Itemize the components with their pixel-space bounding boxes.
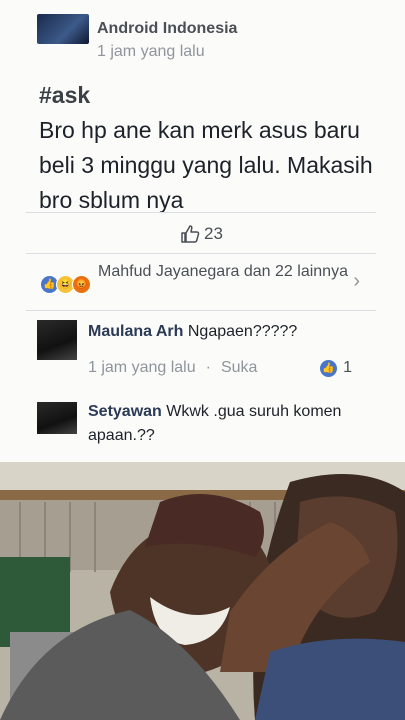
comment-like-count[interactable]: 👍 1 [320, 359, 352, 377]
comment-body: Setyawan Wkwk .gua suruh komen apaan.?? [88, 400, 378, 448]
comment-body: Maulana Arh Ngapaen????? [88, 320, 378, 344]
divider [26, 310, 376, 311]
reactions-summary[interactable]: 👍 😆 😡 Mahfud Jayanegara dan 22 lainnya › [26, 258, 376, 308]
like-comment-button[interactable]: Suka [221, 359, 257, 377]
avatar[interactable] [37, 402, 77, 434]
comment-like-number: 1 [343, 359, 352, 376]
comment-timestamp[interactable]: 1 jam yang lalu [88, 359, 196, 377]
post-header: Android Indonesia 1 jam yang lalu [0, 0, 405, 70]
like-counter[interactable]: 23 [180, 224, 223, 244]
reaction-icons: 👍 😆 😡 [40, 275, 91, 294]
angry-icon: 😡 [72, 275, 91, 294]
laughing-men-image [0, 462, 405, 720]
post-timestamp[interactable]: 1 jam yang lalu [97, 43, 205, 61]
divider [26, 253, 376, 254]
chevron-right-icon[interactable]: › [353, 270, 360, 293]
reactions-text: Mahfud Jayanegara dan 22 lainnya [98, 263, 348, 280]
post-text: Bro hp ane kan merk asus baru beli 3 min… [39, 117, 373, 213]
like-icon: 👍 [320, 359, 338, 377]
thumbs-up-icon [181, 225, 200, 243]
comment: Setyawan Wkwk .gua suruh komen apaan.?? [37, 400, 382, 450]
post-body: #ask Bro hp ane kan merk asus baru beli … [39, 78, 384, 218]
commenter-name[interactable]: Setyawan [88, 403, 162, 420]
group-avatar[interactable] [37, 14, 89, 44]
like-count: 23 [204, 224, 223, 243]
comment-text: Ngapaen????? [187, 323, 298, 340]
facebook-post: Android Indonesia 1 jam yang lalu #ask B… [0, 0, 405, 462]
hashtag-link[interactable]: #ask [39, 78, 384, 113]
comment: Maulana Arh Ngapaen????? 1 jam yang lalu… [37, 320, 382, 385]
reaction-photo [0, 462, 405, 720]
avatar[interactable] [37, 320, 77, 360]
group-name[interactable]: Android Indonesia [97, 20, 237, 38]
divider [26, 212, 376, 213]
commenter-name[interactable]: Maulana Arh [88, 323, 183, 340]
comment-meta: 1 jam yang lalu · Suka [88, 359, 258, 377]
